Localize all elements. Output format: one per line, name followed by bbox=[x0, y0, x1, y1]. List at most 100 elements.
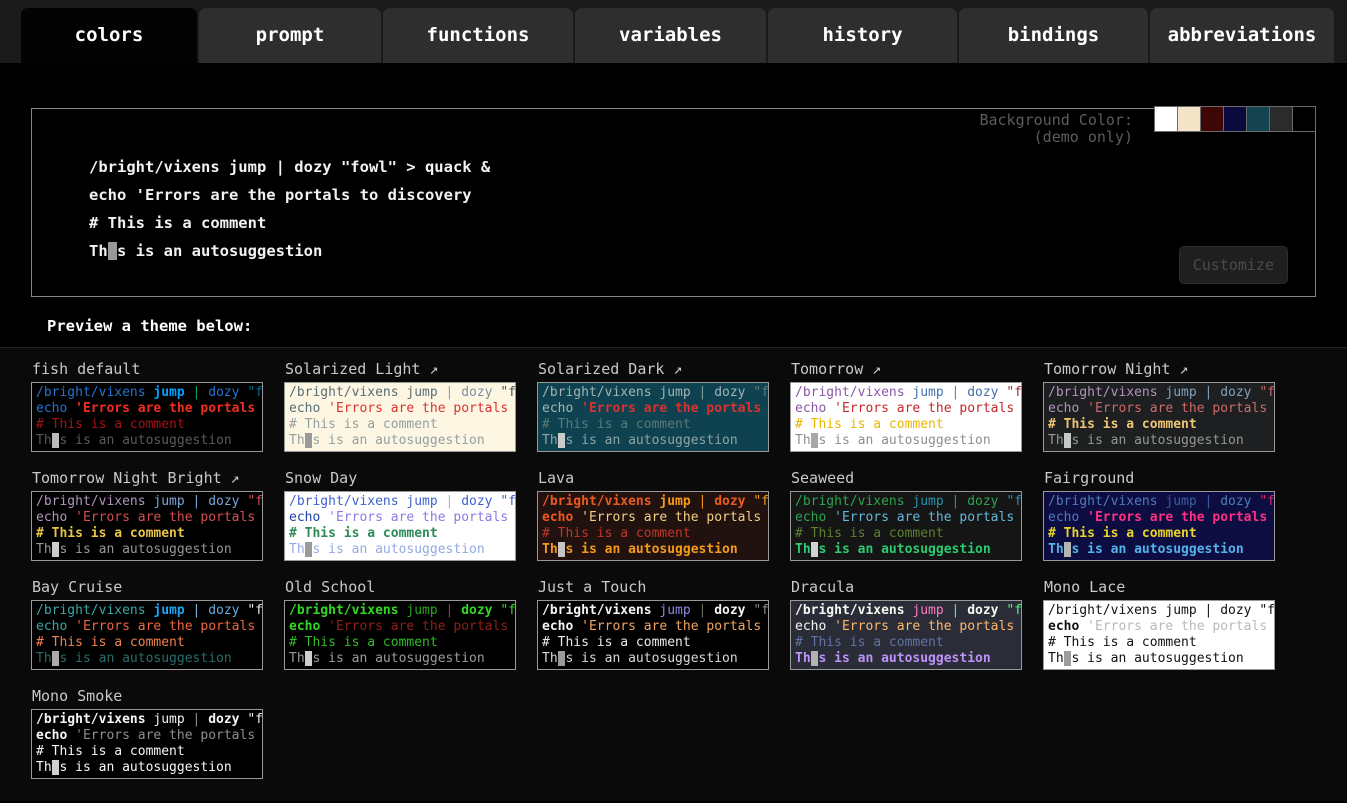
theme-title-mono-smoke: Mono Smoke bbox=[32, 687, 263, 705]
token-separator: | bbox=[185, 603, 208, 618]
theme-title-tomorrow[interactable]: Tomorrow ↗ bbox=[791, 360, 1022, 378]
token-command2: dozy bbox=[1220, 603, 1251, 618]
token-comment: # This is a comment bbox=[1048, 417, 1197, 432]
token-separator: | bbox=[185, 712, 208, 727]
terminal-line: /bright/vixens jump | dozy "fowl" > quac… bbox=[289, 603, 511, 619]
theme-title-tomorrow-night-bright[interactable]: Tomorrow Night Bright ↗ bbox=[32, 469, 263, 487]
terminal-line: /bright/vixens jump | dozy "fowl" > quac… bbox=[542, 603, 764, 619]
token-command2: dozy bbox=[1220, 385, 1251, 400]
theme-title-fish-default: fish default bbox=[32, 360, 263, 378]
token-quote: "fowl" > quack & bbox=[746, 494, 769, 509]
theme-preview-tomorrow[interactable]: /bright/vixens jump | dozy "fowl" > quac… bbox=[790, 382, 1022, 452]
terminal-line: # This is a comment bbox=[289, 417, 511, 433]
token-quote: "fowl" > quack & bbox=[999, 494, 1022, 509]
terminal-line: echo 'Errors are the portals to discover… bbox=[289, 619, 511, 635]
background-swatch-black[interactable] bbox=[1292, 106, 1316, 132]
theme-preview-lava[interactable]: /bright/vixens jump | dozy "fowl" > quac… bbox=[537, 491, 769, 561]
theme-preview-mono-lace[interactable]: /bright/vixens jump | dozy "fowl" > quac… bbox=[1043, 600, 1275, 670]
token-autosuggestion: Th bbox=[289, 433, 305, 448]
theme-preview-snow-day[interactable]: /bright/vixens jump | dozy "fowl" > quac… bbox=[284, 491, 516, 561]
token-path: /bright/vixens bbox=[795, 494, 912, 509]
token-path: /bright/vixens bbox=[289, 494, 406, 509]
token-comment: # This is a comment bbox=[36, 417, 185, 432]
token-separator: | bbox=[1197, 385, 1220, 400]
token-error: 'Errors are the portals to discovery bbox=[328, 401, 516, 416]
token-command: jump bbox=[153, 494, 184, 509]
tab-bindings[interactable]: bindings bbox=[959, 8, 1148, 63]
theme-preview-bay-cruise[interactable]: /bright/vixens jump | dozy "fowl" > quac… bbox=[31, 600, 263, 670]
token-autosuggestion: s is an autosuggestion bbox=[312, 542, 484, 557]
token-command2: dozy bbox=[967, 494, 998, 509]
tab-prompt[interactable]: prompt bbox=[199, 8, 381, 63]
token-path: /bright/vixens bbox=[36, 712, 153, 727]
background-swatch-cream[interactable] bbox=[1177, 106, 1201, 132]
theme-preview-fish-default[interactable]: /bright/vixens jump | dozy "fowl" > quac… bbox=[31, 382, 263, 452]
token-autosuggestion: s is an autosuggestion bbox=[1071, 433, 1243, 448]
terminal-line: /bright/vixens jump | dozy "fowl" > quac… bbox=[36, 385, 258, 401]
theme-preview-tomorrow-night[interactable]: /bright/vixens jump | dozy "fowl" > quac… bbox=[1043, 382, 1275, 452]
tab-abbreviations[interactable]: abbreviations bbox=[1150, 8, 1334, 63]
token-echo: echo bbox=[795, 401, 834, 416]
theme-preview-mono-smoke[interactable]: /bright/vixens jump | dozy "fowl" > quac… bbox=[31, 709, 263, 779]
theme-title-seaweed: Seaweed bbox=[791, 469, 1022, 487]
terminal-line: # This is a comment bbox=[795, 635, 1017, 651]
token-quote: "fowl" > quack & bbox=[999, 385, 1022, 400]
token-command: jump bbox=[406, 494, 437, 509]
token-autosuggestion: s is an autosuggestion bbox=[818, 542, 990, 557]
background-swatch-white[interactable] bbox=[1154, 106, 1178, 132]
theme-preview-tomorrow-night-bright[interactable]: /bright/vixens jump | dozy "fowl" > quac… bbox=[31, 491, 263, 561]
theme-title-solarized-light[interactable]: Solarized Light ↗ bbox=[285, 360, 516, 378]
tab-history[interactable]: history bbox=[768, 8, 957, 63]
theme-preview-fairground[interactable]: /bright/vixens jump | dozy "fowl" > quac… bbox=[1043, 491, 1275, 561]
token-quote: "fowl" > quack & bbox=[1252, 603, 1275, 618]
terminal-line: /bright/vixens jump | dozy "fowl" > quac… bbox=[289, 494, 511, 510]
token-autosuggestion: s is an autosuggestion bbox=[1071, 542, 1243, 557]
theme-preview-seaweed[interactable]: /bright/vixens jump | dozy "fowl" > quac… bbox=[790, 491, 1022, 561]
theme-preview-old-school[interactable]: /bright/vixens jump | dozy "fowl" > quac… bbox=[284, 600, 516, 670]
background-swatch-maroon[interactable] bbox=[1200, 106, 1224, 132]
terminal-line: # This is a comment bbox=[289, 635, 511, 651]
token-error: 'Errors are the portals to discovery bbox=[581, 401, 769, 416]
token-command: jump bbox=[1165, 603, 1196, 618]
token-quote: "fowl" > quack & bbox=[240, 712, 263, 727]
terminal-line: This is an autosuggestion bbox=[36, 651, 258, 667]
theme-card-lava: Lava/bright/vixens jump | dozy "fowl" > … bbox=[537, 469, 769, 561]
background-swatch-charcoal[interactable] bbox=[1269, 106, 1293, 132]
theme-card-mono-lace: Mono Lace/bright/vixens jump | dozy "fow… bbox=[1043, 578, 1275, 670]
token-autosuggestion: s is an autosuggestion bbox=[59, 760, 231, 775]
token-error: 'Errors are the portals to discovery bbox=[75, 401, 263, 416]
theme-title-tomorrow-night[interactable]: Tomorrow Night ↗ bbox=[1044, 360, 1275, 378]
theme-title-solarized-dark[interactable]: Solarized Dark ↗ bbox=[538, 360, 769, 378]
token-command: jump bbox=[1165, 494, 1196, 509]
token-error: 'Errors are the portals to discovery bbox=[1087, 510, 1275, 525]
token-separator: | bbox=[944, 494, 967, 509]
token-command2: dozy bbox=[967, 385, 998, 400]
token-command: jump bbox=[153, 385, 184, 400]
token-autosuggestion: Th bbox=[289, 651, 305, 666]
terminal-line: /bright/vixens jump | dozy "fowl" > quac… bbox=[1048, 603, 1270, 619]
token-autosuggestion: s is an autosuggestion bbox=[1071, 651, 1243, 666]
token-separator: | bbox=[185, 385, 208, 400]
token-comment: # This is a comment bbox=[36, 526, 185, 541]
terminal-line: /bright/vixens jump | dozy "fowl" > quac… bbox=[89, 153, 490, 181]
theme-preview-solarized-light[interactable]: /bright/vixens jump | dozy "fowl" > quac… bbox=[284, 382, 516, 452]
theme-preview-solarized-dark[interactable]: /bright/vixens jump | dozy "fowl" > quac… bbox=[537, 382, 769, 452]
customize-button[interactable]: Customize bbox=[1179, 246, 1288, 284]
background-swatch-navy[interactable] bbox=[1223, 106, 1247, 132]
background-swatch-teal[interactable] bbox=[1246, 106, 1270, 132]
token-quote: "fowl" > quack & bbox=[1252, 494, 1275, 509]
token-comment: # This is a comment bbox=[36, 744, 185, 759]
tab-variables[interactable]: variables bbox=[575, 8, 766, 63]
tab-functions[interactable]: functions bbox=[383, 8, 573, 63]
theme-preview-just-a-touch[interactable]: /bright/vixens jump | dozy "fowl" > quac… bbox=[537, 600, 769, 670]
token-echo: echo bbox=[795, 510, 834, 525]
tab-colors[interactable]: colors bbox=[21, 8, 197, 63]
theme-preview-dracula[interactable]: /bright/vixens jump | dozy "fowl" > quac… bbox=[790, 600, 1022, 670]
theme-card-tomorrow-night-bright: Tomorrow Night Bright ↗ /bright/vixens ju… bbox=[31, 469, 263, 561]
terminal-line: /bright/vixens jump | dozy "fowl" > quac… bbox=[36, 603, 258, 619]
token-autosuggestion: s is an autosuggestion bbox=[818, 651, 990, 666]
terminal-line: /bright/vixens jump | dozy "fowl" > quac… bbox=[36, 494, 258, 510]
token-text: s is an autosuggestion bbox=[117, 242, 322, 260]
token-comment: # This is a comment bbox=[795, 635, 944, 650]
token-autosuggestion: Th bbox=[795, 433, 811, 448]
